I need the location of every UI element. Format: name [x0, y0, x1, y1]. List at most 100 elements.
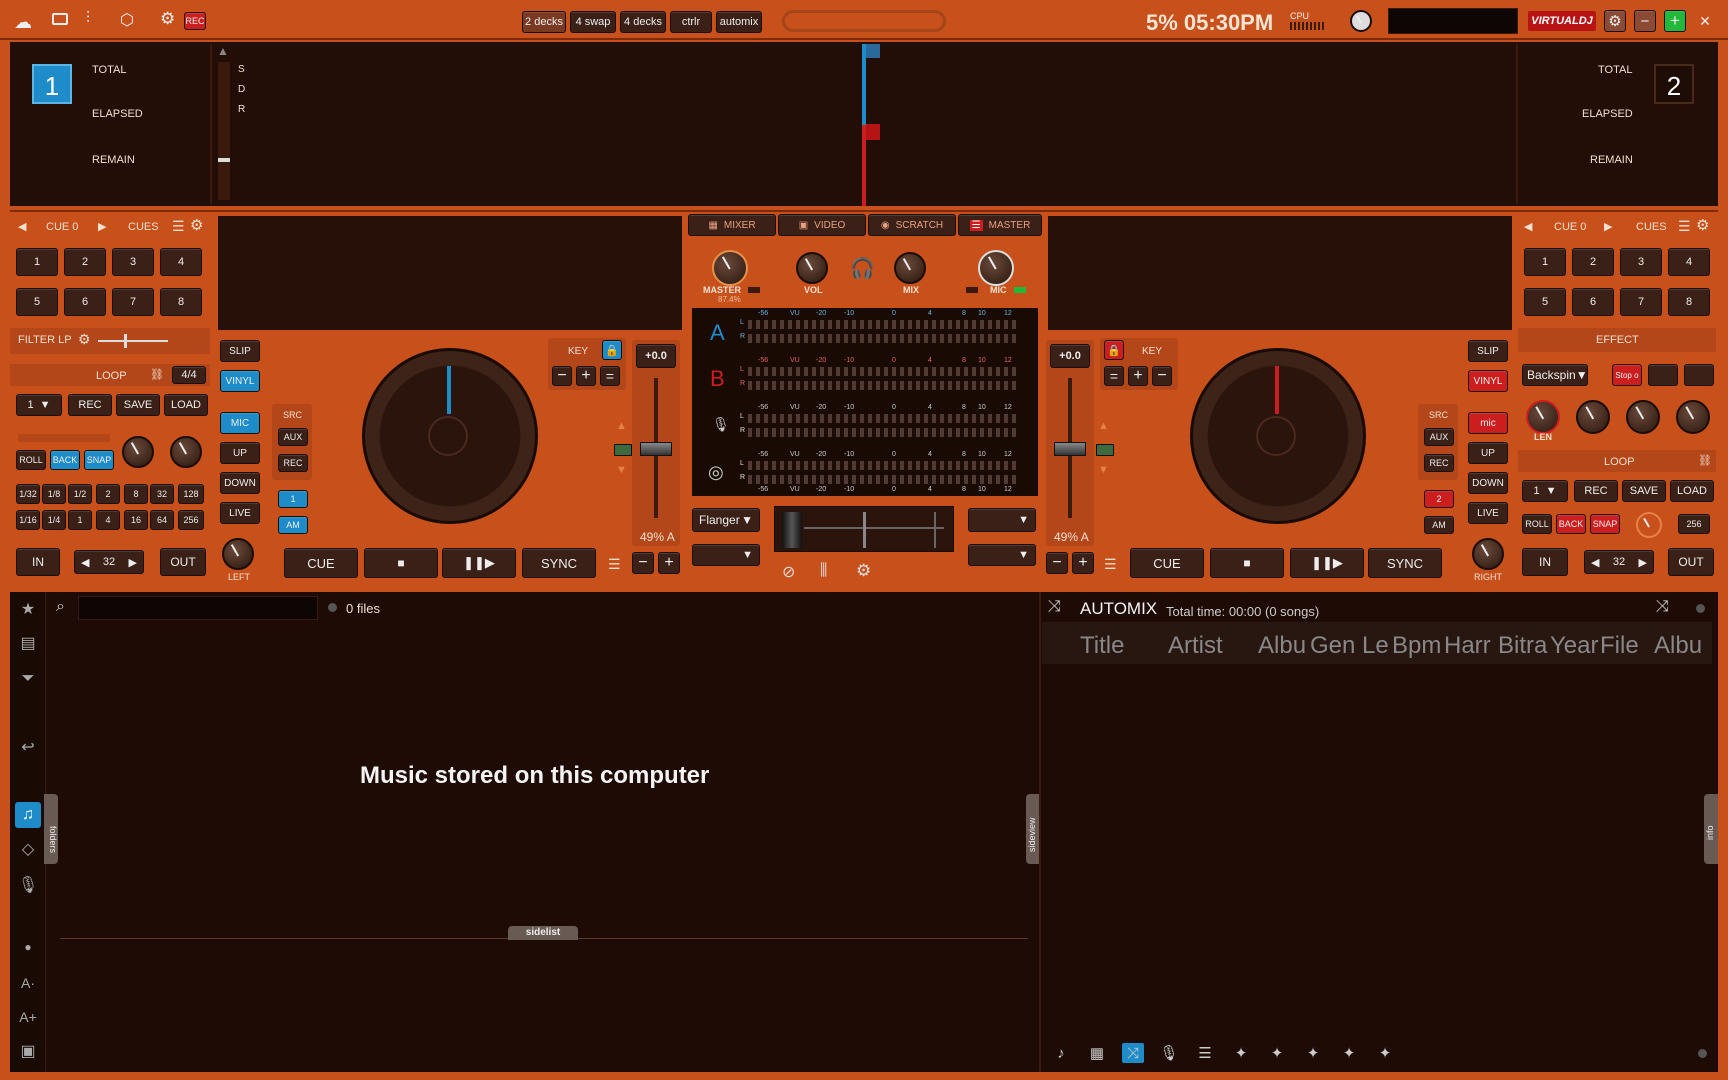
column-album[interactable]: Albu — [1258, 632, 1306, 660]
deck2-loop-link-icon[interactable]: ⛓ — [1698, 454, 1712, 467]
deck1-mic-button[interactable]: MIC — [220, 412, 260, 434]
deck2-cues-settings-icon[interactable]: ⚙ — [1696, 216, 1709, 234]
column-title[interactable]: Title — [1080, 632, 1124, 660]
headphones-icon[interactable]: 🎧 — [850, 256, 875, 281]
deck2-sync-button[interactable]: SYNC — [1368, 548, 1442, 578]
deck2-loop-prev-icon[interactable]: ◀ — [1591, 556, 1599, 569]
zoom-slider[interactable] — [218, 62, 230, 200]
deck2-menu-icon[interactable]: ☰ — [1678, 218, 1691, 235]
layout-automix-button[interactable]: automix — [716, 11, 762, 33]
mic-knob[interactable] — [978, 250, 1014, 286]
window-toggle-icon[interactable]: ▣ — [15, 1038, 41, 1064]
deck2-menu-button[interactable]: ☰ — [1104, 556, 1117, 573]
deck2-pad-1[interactable]: 1 — [1524, 248, 1566, 276]
minimize-icon[interactable]: − — [1634, 10, 1656, 32]
sync-circle-icon[interactable]: ⊘ — [782, 562, 795, 582]
deck1-size-64[interactable]: 64 — [150, 510, 174, 530]
deck2-play-button[interactable]: ❚❚▶ — [1290, 548, 1364, 578]
filter-icon[interactable]: ⏷ — [15, 666, 41, 692]
eq-icon[interactable]: ⫼ — [820, 562, 827, 580]
column-bitrate[interactable]: Bitra — [1498, 632, 1547, 660]
column-file[interactable]: File — [1600, 632, 1639, 660]
deck1-key-lock-icon[interactable]: 🔒 — [602, 340, 622, 360]
deck1-size-256[interactable]: 256 — [178, 510, 204, 530]
font-increase-icon[interactable]: A+ — [15, 1004, 41, 1030]
favorites-icon[interactable]: ★ — [15, 596, 41, 622]
deck2-cue-prev-icon[interactable]: ◀ — [1524, 220, 1532, 233]
deck2-right-knob[interactable] — [1472, 538, 1504, 570]
deck1-cue-prev-icon[interactable]: ◀ — [18, 220, 26, 233]
deck2-loop-length-control[interactable]: ◀ 32 ▶ — [1584, 550, 1654, 574]
deck2-effect-knob-2[interactable] — [1576, 400, 1610, 434]
deck2-effect-select[interactable]: Backspin ▼ — [1522, 364, 1588, 386]
deck2-cue-button[interactable]: CUE — [1130, 548, 1204, 578]
deck1-filter-settings-icon[interactable]: ⚙ — [78, 331, 91, 348]
layout-4swap-button[interactable]: 4 swap — [570, 11, 616, 33]
zoom-up-icon[interactable]: ▲ — [217, 44, 229, 58]
deck1-size-1-2[interactable]: 1/2 — [68, 484, 92, 504]
search-input[interactable] — [78, 596, 318, 620]
deck1-pad-8[interactable]: 8 — [160, 288, 202, 316]
deck1-loop-load-button[interactable]: LOAD — [164, 394, 208, 416]
deck1-size-16[interactable]: 16 — [124, 510, 148, 530]
layout-ctrlr-button[interactable]: ctrlr — [670, 11, 712, 33]
deck1-size-1-16[interactable]: 1/16 — [16, 510, 40, 530]
s-label[interactable]: S — [238, 64, 245, 75]
dot-icon[interactable]: ● — [15, 934, 41, 960]
music-icon[interactable]: ♫ — [15, 802, 41, 828]
rec-button[interactable]: REC — [184, 12, 206, 30]
deck1-left-knob[interactable] — [222, 538, 254, 570]
deck1-roll-slider[interactable] — [18, 434, 110, 442]
column-length[interactable]: Le — [1362, 632, 1389, 660]
deck2-pad-2[interactable]: 2 — [1572, 248, 1614, 276]
deck1-size-8[interactable]: 8 — [124, 484, 148, 504]
deck1-live-button[interactable]: LIVE — [220, 502, 260, 524]
deck2-loop-rec-button[interactable]: REC — [1574, 480, 1618, 502]
deck2-loop-select[interactable]: 1 ▼ — [1522, 480, 1568, 502]
deck2-key-minus-button[interactable]: − — [1152, 366, 1172, 386]
deck2-pad-7[interactable]: 7 — [1620, 288, 1662, 316]
deck1-loop-rec-button[interactable]: REC — [68, 394, 112, 416]
deck2-pad-4[interactable]: 4 — [1668, 248, 1710, 276]
vol-knob[interactable] — [796, 252, 828, 284]
deck1-up-button[interactable]: UP — [220, 442, 260, 464]
deck1-size-1-32[interactable]: 1/32 — [16, 484, 40, 504]
deck2-loop-out-button[interactable]: OUT — [1668, 548, 1714, 576]
fx-select-right-2[interactable]: ▼ — [968, 544, 1036, 566]
deck2-effect-stop-button[interactable]: Stop o — [1612, 364, 1642, 386]
deck1-size-128[interactable]: 128 — [178, 484, 204, 504]
deck2-pad-3[interactable]: 3 — [1620, 248, 1662, 276]
deck1-loop-next-icon[interactable]: ▶ — [129, 556, 137, 569]
deck1-pad-2[interactable]: 2 — [64, 248, 106, 276]
deck2-pad-5[interactable]: 5 — [1524, 288, 1566, 316]
deck1-back-button[interactable]: BACK — [50, 450, 80, 470]
deck1-loop-save-button[interactable]: SAVE — [116, 394, 160, 416]
deck1-key-minus-button[interactable]: − — [552, 366, 572, 386]
window-icon[interactable] — [52, 13, 68, 25]
deck2-size-256[interactable]: 256 — [1678, 514, 1710, 534]
deck1-am-button[interactable]: AM — [278, 516, 308, 534]
deck1-pad-6[interactable]: 6 — [64, 288, 106, 316]
layout-2decks-button[interactable]: 2 decks — [522, 11, 566, 33]
deck2-pitch-handle[interactable] — [1054, 442, 1086, 456]
back-icon[interactable]: ↩ — [15, 734, 41, 760]
deck1-size-4[interactable]: 4 — [96, 510, 120, 530]
deck1-snap-button[interactable]: SNAP — [84, 450, 114, 470]
deck2-live-button[interactable]: LIVE — [1468, 502, 1508, 524]
deck2-src-rec-button[interactable]: REC — [1424, 454, 1454, 472]
column-bpm[interactable]: Bpm — [1392, 632, 1441, 660]
search-icon[interactable]: ⌕ — [56, 598, 65, 616]
deck2-pitch-minus-button[interactable]: − — [1046, 552, 1068, 574]
deck1-aux-button[interactable]: AUX — [278, 428, 308, 446]
deck1-down-button[interactable]: DOWN — [220, 472, 260, 494]
master-volume-knob[interactable] — [1350, 10, 1372, 32]
playlist-icon[interactable]: ♪ — [1050, 1043, 1072, 1063]
deck1-pad-5[interactable]: 5 — [16, 288, 58, 316]
deck1-slip-button[interactable]: SLIP — [220, 340, 260, 362]
d-label[interactable]: D — [238, 84, 245, 95]
deck1-pitch-down-icon[interactable]: ▼ — [616, 464, 627, 476]
deck2-aux-button[interactable]: AUX — [1424, 428, 1454, 446]
deck2-slip-button[interactable]: SLIP — [1468, 340, 1508, 362]
deck2-pitch-up-icon[interactable]: ▲ — [1098, 420, 1109, 432]
deck1-pad-1[interactable]: 1 — [16, 248, 58, 276]
